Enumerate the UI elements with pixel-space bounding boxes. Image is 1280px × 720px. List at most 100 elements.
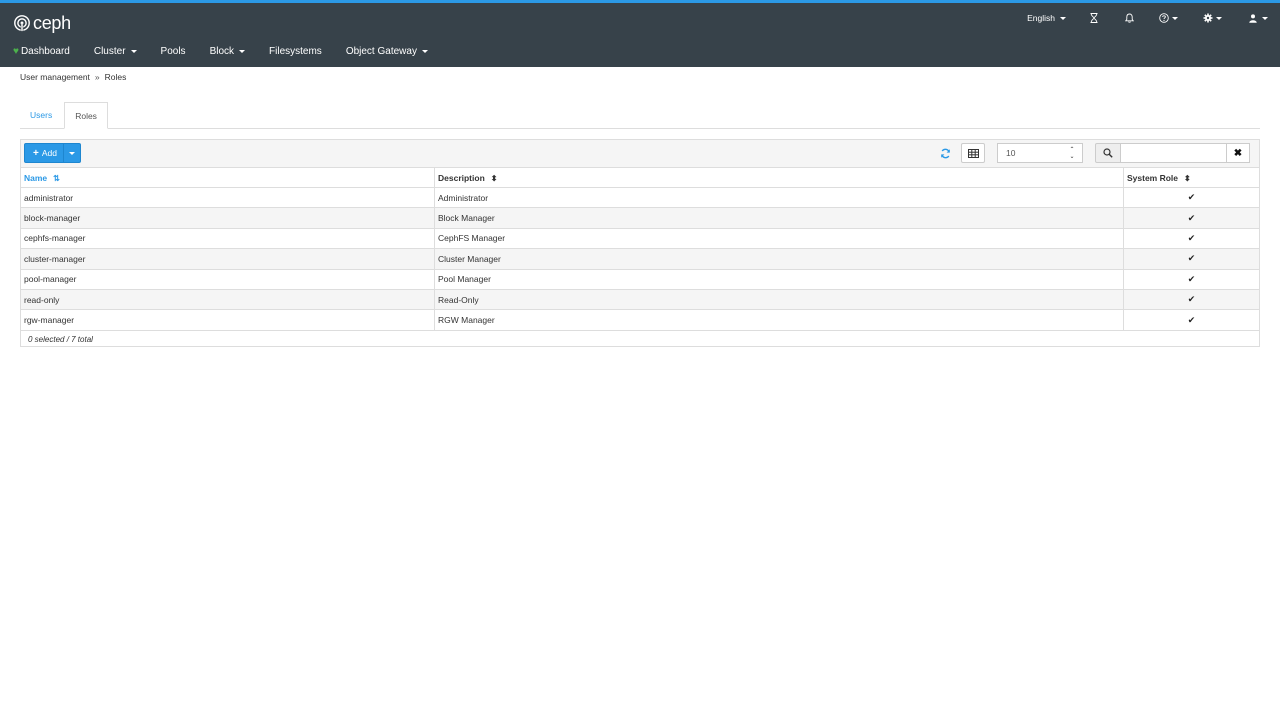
nav-item-dashboard[interactable]: ♥ Dashboard bbox=[13, 43, 70, 59]
cell-description: CephFS Manager bbox=[435, 228, 1124, 249]
nav-item-filesystems[interactable]: Filesystems bbox=[269, 43, 322, 59]
add-dropdown-toggle[interactable] bbox=[63, 144, 80, 162]
column-toggle-button[interactable] bbox=[961, 143, 985, 163]
cell-name: read-only bbox=[21, 289, 435, 310]
cell-description: RGW Manager bbox=[435, 310, 1124, 330]
refresh-button[interactable] bbox=[938, 145, 952, 161]
nav-item-label: Dashboard bbox=[20, 45, 70, 57]
cell-system-role: ✔ bbox=[1124, 188, 1259, 207]
cell-system-role: ✔ bbox=[1124, 249, 1259, 268]
nav-item-label: Filesystems bbox=[269, 45, 322, 57]
sort-ascending-icon: ⇅ bbox=[53, 173, 60, 183]
column-header-system-role[interactable]: System Role ⬍ bbox=[1124, 168, 1259, 188]
hourglass-icon bbox=[1090, 13, 1098, 23]
column-header-label: Name bbox=[24, 173, 48, 183]
page-size-input[interactable] bbox=[998, 144, 1058, 162]
cell-system-role: ✔ bbox=[1124, 208, 1259, 227]
check-icon: ✔ bbox=[1187, 232, 1196, 243]
table-row[interactable]: read-only Read-Only ✔ bbox=[21, 289, 1259, 311]
cell-description: Pool Manager bbox=[435, 269, 1124, 289]
notifications-button[interactable] bbox=[1125, 10, 1134, 26]
nav-item-cluster[interactable]: Cluster bbox=[94, 43, 137, 59]
column-header-label: System Role bbox=[1127, 173, 1179, 183]
table-footer: 0 selected / 7 total bbox=[28, 335, 93, 344]
nav-item-label: Block bbox=[209, 45, 235, 57]
table-row[interactable]: administrator Administrator ✔ bbox=[21, 188, 1259, 209]
breadcrumb-item-user-management[interactable]: User management bbox=[20, 72, 90, 82]
nav-item-label: Pools bbox=[160, 45, 186, 57]
add-button-label: Add bbox=[41, 148, 57, 158]
user-menu[interactable] bbox=[1249, 10, 1268, 26]
health-heart-icon: ♥ bbox=[13, 45, 19, 57]
cell-description: Administrator bbox=[435, 188, 1124, 208]
tab-users[interactable]: Users bbox=[20, 102, 62, 128]
cell-name: block-manager bbox=[21, 208, 435, 228]
clear-search-button[interactable]: ✖ bbox=[1227, 143, 1250, 163]
tab-roles[interactable]: Roles bbox=[64, 102, 108, 129]
cell-description: Block Manager bbox=[435, 208, 1124, 228]
nav-item-label: Cluster bbox=[93, 45, 126, 57]
table-row[interactable]: cephfs-manager CephFS Manager ✔ bbox=[21, 228, 1259, 250]
nav-item-label: Object Gateway bbox=[345, 45, 417, 57]
table-columns-icon bbox=[967, 148, 979, 158]
cell-system-role: ✔ bbox=[1124, 290, 1259, 309]
sort-icon: ⬍ bbox=[1184, 173, 1191, 183]
chevron-down-icon bbox=[1262, 16, 1268, 20]
language-selector[interactable]: English bbox=[1027, 10, 1066, 26]
cell-name: administrator bbox=[21, 188, 435, 208]
table-row[interactable]: rgw-manager RGW Manager ✔ bbox=[21, 310, 1259, 331]
chevron-down-icon bbox=[1060, 16, 1066, 20]
check-icon: ✔ bbox=[1187, 294, 1196, 305]
chevron-down-icon bbox=[69, 151, 75, 155]
breadcrumb-item-roles: Roles bbox=[104, 72, 127, 82]
settings-menu[interactable] bbox=[1203, 10, 1222, 26]
nav-item-object-gateway[interactable]: Object Gateway bbox=[346, 43, 428, 59]
refresh-icon bbox=[940, 148, 950, 158]
bell-icon bbox=[1125, 13, 1134, 23]
roles-table: + Add ⌃ bbox=[20, 139, 1260, 347]
search-icon-addon bbox=[1095, 143, 1121, 163]
search-input[interactable] bbox=[1121, 143, 1227, 163]
table-row[interactable]: pool-manager Pool Manager ✔ bbox=[21, 269, 1259, 290]
column-header-name[interactable]: Name ⇅ bbox=[21, 168, 435, 188]
table-row[interactable]: block-manager Block Manager ✔ bbox=[21, 208, 1259, 229]
column-header-description[interactable]: Description ⬍ bbox=[435, 168, 1124, 188]
background-tasks-button[interactable] bbox=[1090, 10, 1098, 26]
chevron-up-icon[interactable]: ⌃ bbox=[1069, 147, 1074, 153]
cell-system-role: ✔ bbox=[1124, 310, 1259, 329]
logo-text: ceph bbox=[33, 12, 71, 33]
help-icon bbox=[1159, 13, 1169, 23]
breadcrumb-separator: » bbox=[94, 72, 100, 82]
help-menu[interactable] bbox=[1159, 10, 1178, 26]
breadcrumb: User management » Roles bbox=[20, 72, 126, 82]
stepper-arrows[interactable]: ⌃ ⌄ bbox=[1068, 147, 1076, 160]
utility-menu: English bbox=[1027, 10, 1280, 26]
column-header-label: Description bbox=[438, 173, 485, 183]
cell-name: pool-manager bbox=[21, 269, 435, 289]
check-icon: ✔ bbox=[1187, 314, 1196, 325]
cell-system-role: ✔ bbox=[1124, 229, 1259, 248]
chevron-down-icon[interactable]: ⌄ bbox=[1069, 154, 1074, 160]
ceph-logo[interactable]: ceph bbox=[13, 12, 71, 34]
table-toolbar: + Add ⌃ bbox=[21, 140, 1259, 168]
plus-icon: + bbox=[33, 147, 39, 159]
chevron-down-icon bbox=[1172, 16, 1178, 20]
table-row[interactable]: cluster-manager Cluster Manager ✔ bbox=[21, 249, 1259, 270]
top-navbar: ceph English ♥ Dashboard Cluster Pools B… bbox=[0, 0, 1280, 67]
table-header: Name ⇅ Description ⬍ System Role ⬍ bbox=[21, 168, 1259, 188]
check-icon: ✔ bbox=[1187, 212, 1196, 223]
cell-description: Read-Only bbox=[435, 289, 1124, 310]
cell-name: cephfs-manager bbox=[21, 228, 435, 249]
add-button[interactable]: + Add bbox=[24, 143, 81, 163]
search-group: ✖ bbox=[1095, 143, 1251, 163]
cell-name: cluster-manager bbox=[21, 249, 435, 269]
nav-item-block[interactable]: Block bbox=[209, 43, 246, 59]
chevron-down-icon bbox=[239, 49, 246, 53]
close-icon: ✖ bbox=[1233, 147, 1243, 159]
language-label: English bbox=[1027, 13, 1055, 23]
tab-bar: Users Roles bbox=[20, 102, 1260, 129]
nav-item-pools[interactable]: Pools bbox=[161, 43, 186, 59]
page-size-stepper[interactable]: ⌃ ⌄ bbox=[997, 143, 1083, 163]
check-icon: ✔ bbox=[1187, 192, 1196, 203]
ceph-logo-icon bbox=[14, 15, 30, 32]
